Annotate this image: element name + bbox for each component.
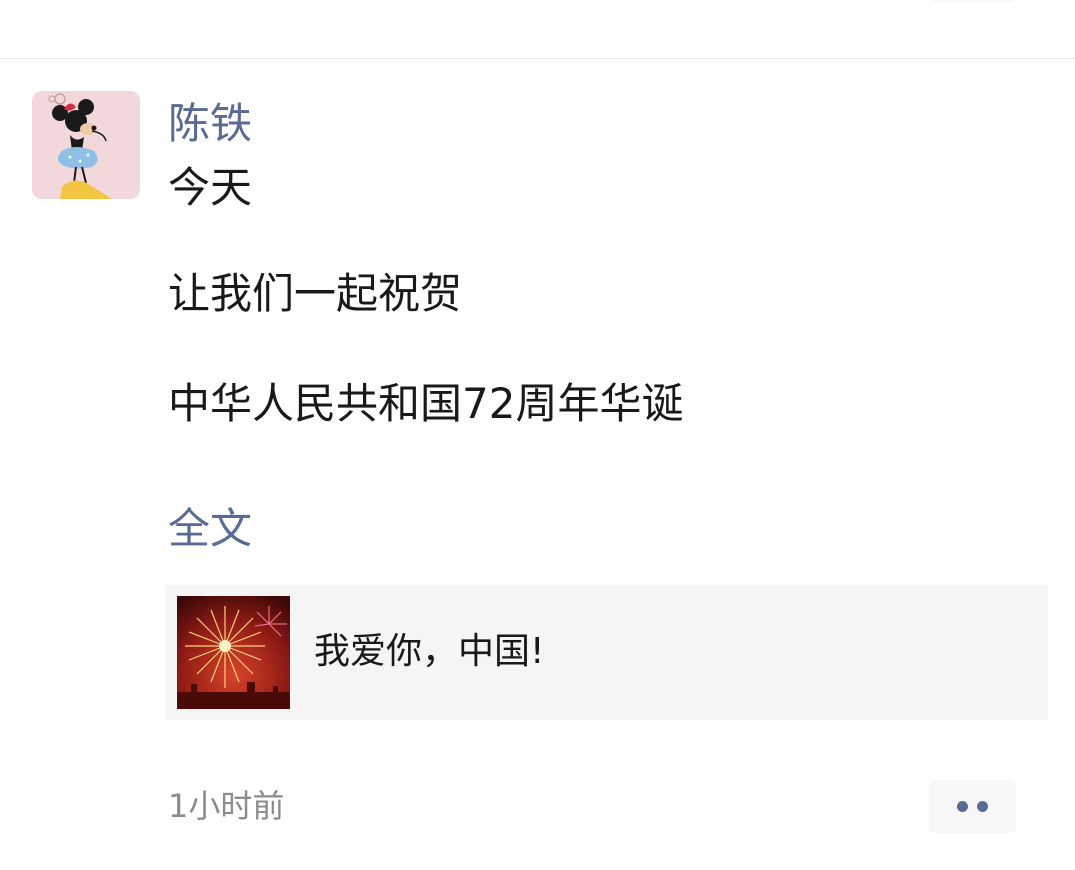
post-divider — [0, 58, 1075, 59]
post-text-line-1: 今天 — [168, 163, 253, 212]
author-name[interactable]: 陈铁 — [168, 98, 252, 150]
post-timestamp: 1小时前 — [168, 787, 285, 825]
link-card-title: 我爱你，中国! — [314, 631, 545, 672]
more-dots-icon — [957, 801, 968, 812]
post-text-line-2: 让我们一起祝贺 — [168, 269, 463, 318]
post-text-line-3: 中华人民共和国72周年华诞 — [168, 379, 684, 428]
expand-full-text-link[interactable]: 全文 — [168, 503, 252, 555]
more-actions-button[interactable] — [929, 780, 1016, 833]
author-avatar[interactable] — [32, 91, 140, 199]
fireworks-thumbnail-icon — [177, 596, 290, 709]
moments-page: 陈铁 今天 让我们一起祝贺 中华人民共和国72周年华诞 全文 我爱你，中国! 1… — [0, 0, 1075, 870]
previous-post-more-button[interactable] — [930, 0, 1016, 2]
shared-link-card[interactable]: 我爱你，中国! — [166, 585, 1048, 720]
minnie-mouse-avatar-icon — [32, 91, 140, 199]
link-thumbnail — [177, 596, 290, 709]
more-dots-icon — [977, 801, 988, 812]
